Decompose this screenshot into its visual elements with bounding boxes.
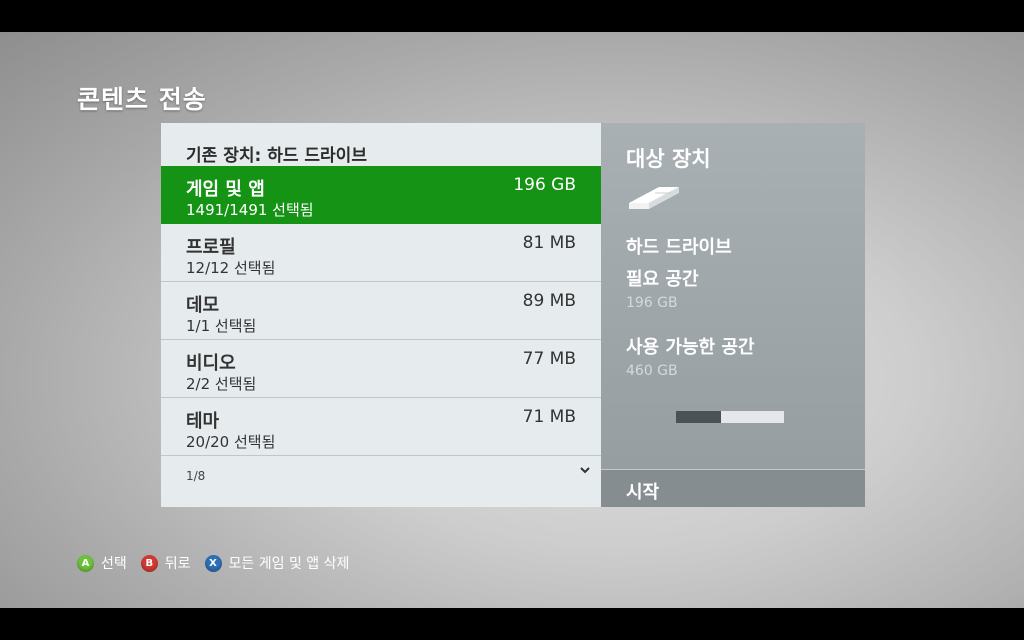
available-space-value: 460 GB [626,363,678,379]
list-item-videos[interactable]: 비디오 2/2 선택됨 77 MB [161,340,601,398]
list-item-games-apps[interactable]: 게임 및 앱 1491/1491 선택됨 196 GB [161,166,601,224]
item-selection-count: 1491/1491 선택됨 [186,201,314,219]
page-indicator: 1/8 [186,469,206,483]
item-size: 77 MB [522,349,576,369]
source-panel: 기존 장치: 하드 드라이브 게임 및 앱 1491/1491 선택됨 196 … [161,123,601,507]
chevron-down-icon[interactable] [579,464,591,476]
item-selection-count: 20/20 선택됨 [186,433,276,451]
item-name: 게임 및 앱 [186,179,265,200]
item-size: 89 MB [522,291,576,311]
hint-label: 선택 [101,556,127,572]
item-name: 프로필 [186,237,236,258]
hint-label: 뒤로 [164,556,191,572]
item-name: 데모 [186,295,220,316]
item-size: 71 MB [522,407,576,427]
available-space-label: 사용 가능한 공간 [626,337,755,358]
hint-back[interactable]: B 뒤로 [140,553,191,573]
b-button-icon: B [140,554,158,572]
item-name: 비디오 [186,353,236,374]
item-size: 81 MB [522,233,576,253]
required-space-value: 196 GB [626,295,678,311]
target-panel: 대상 장치 하드 드라이브 필요 공간 196 GB 사용 가능한 공간 460… [601,123,865,507]
hint-delete-all[interactable]: X 모든 게임 및 앱 삭제 [204,553,350,573]
item-selection-count: 12/12 선택됨 [186,259,276,277]
list-item-profiles[interactable]: 프로필 12/12 선택됨 81 MB [161,224,601,282]
list-item-themes[interactable]: 테마 20/20 선택됨 71 MB [161,398,601,456]
source-device-header: 기존 장치: 하드 드라이브 [186,146,367,166]
content-list: 게임 및 앱 1491/1491 선택됨 196 GB 프로필 12/12 선택… [161,166,601,456]
item-size: 196 GB [513,175,576,195]
target-device-name: 하드 드라이브 [626,237,732,258]
start-button[interactable]: 시작 [601,470,865,507]
hard-drive-icon [629,187,679,209]
storage-usage-bar [676,411,784,423]
hint-label: 모든 게임 및 앱 삭제 [228,556,350,572]
item-name: 테마 [186,411,220,432]
page-title: 콘텐츠 전송 [77,85,207,114]
item-selection-count: 2/2 선택됨 [186,375,257,393]
list-item-demos[interactable]: 데모 1/1 선택됨 89 MB [161,282,601,340]
screen: 콘텐츠 전송 기존 장치: 하드 드라이브 게임 및 앱 1491/1491 선… [0,32,1024,608]
hint-select[interactable]: A 선택 [77,553,127,573]
start-button-label: 시작 [626,482,660,503]
storage-usage-fill [676,411,722,423]
x-button-icon: X [204,554,222,572]
a-button-icon: A [77,554,94,572]
target-device-title: 대상 장치 [626,147,711,171]
required-space-label: 필요 공간 [626,269,699,290]
button-hints: A 선택 B 뒤로 X 모든 게임 및 앱 삭제 [77,552,363,574]
item-selection-count: 1/1 선택됨 [186,317,257,335]
